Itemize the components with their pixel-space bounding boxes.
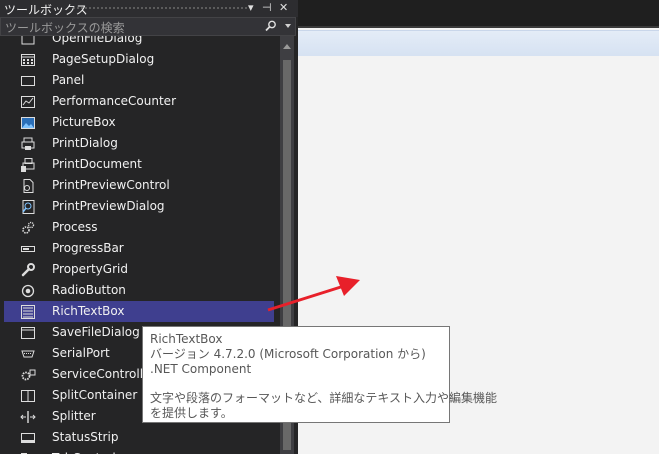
toolbox-item-statusstrip[interactable]: StatusStrip (4, 427, 274, 448)
print-preview-control-icon (23, 179, 34, 193)
tooltip-version: バージョン 4.7.2.0 (Microsoft Corporation から) (150, 347, 426, 361)
toolbox-item-label: RadioButton (52, 283, 126, 297)
print-document-icon (21, 158, 35, 172)
toolbox-item-label: PrintPreviewDialog (52, 199, 165, 213)
toolbox-item-printdialog[interactable]: PrintDialog (4, 133, 274, 154)
toolbox-item-progressbar[interactable]: ProgressBar (4, 238, 274, 259)
toolbox-item-picturebox[interactable]: PictureBox (4, 112, 274, 133)
print-preview-dialog-icon (22, 200, 35, 214)
status-strip-icon (21, 433, 35, 443)
red-annotation-arrow (267, 276, 360, 312)
toolbox-drag-grip[interactable] (72, 6, 248, 11)
toolbox-item-label: RichTextBox (52, 304, 125, 318)
toolbox-item-label: ServiceController (52, 367, 156, 381)
tooltip-description-line-1: 文字や段落のフォーマットなど、詳細なテキスト入力や編集機能 (150, 391, 498, 405)
toolbox-item-label: StatusStrip (52, 430, 119, 444)
toolbox-item-label: PropertyGrid (52, 262, 128, 276)
form-title-bar[interactable] (298, 30, 659, 56)
designer-tab-bar (298, 0, 659, 26)
property-grid-wrench-icon (21, 263, 35, 277)
toolbox-item-richtextbox[interactable]: RichTextBox (4, 301, 274, 322)
open-file-dialog-icon (21, 36, 35, 45)
toolbox-item-label: SplitContainer (52, 388, 138, 402)
service-controller-icon (21, 369, 36, 381)
rich-text-box-icon (21, 305, 35, 319)
toolbox-item-printpreviewcontrol[interactable]: PrintPreviewControl (4, 175, 274, 196)
toolbox-header: ツールボックス ▾ ⊣ ✕ (0, 0, 298, 17)
radio-button-icon (21, 284, 35, 298)
toolbox-item-label: Process (52, 220, 98, 234)
toolbox-item-label: SaveFileDialog (52, 325, 140, 339)
toolbox-item-performancecounter[interactable]: PerformanceCounter (4, 91, 274, 112)
toolbox-item-tabcontrol[interactable]: TabControl (4, 448, 274, 454)
progress-bar-icon (21, 246, 35, 252)
toolbox-item-label: Panel (52, 73, 85, 87)
print-dialog-icon (21, 137, 35, 150)
toolbox-search-input[interactable]: ツールボックスの検索 (0, 17, 296, 36)
toolbox-item-pagesetupdialog[interactable]: PageSetupDialog (4, 49, 274, 70)
tooltip-description-line-2: を提供します。 (150, 406, 233, 420)
toolbox-item-label: PrintDocument (52, 157, 142, 171)
toolbox-item-printdocument[interactable]: PrintDocument (4, 154, 274, 175)
toolbox-item-propertygrid[interactable]: PropertyGrid (4, 259, 274, 280)
toolbox-item-printpreviewdialog[interactable]: PrintPreviewDialog (4, 196, 274, 217)
serial-port-icon (21, 350, 35, 358)
toolbox-item-radiobutton[interactable]: RadioButton (4, 280, 274, 301)
process-gear-icon (22, 221, 35, 234)
panel-icon (21, 76, 35, 86)
performance-counter-icon (21, 96, 35, 108)
save-file-dialog-icon (21, 327, 35, 339)
window-position-dropdown-icon[interactable]: ▾ (248, 1, 254, 15)
close-icon[interactable]: ✕ (279, 1, 288, 15)
toolbox-item-label: SerialPort (52, 346, 110, 360)
toolbox-item-label: OpenFileDialog (52, 36, 143, 45)
toolbox-item-label: PrintPreviewControl (52, 178, 170, 192)
splitter-icon (20, 411, 36, 423)
toolbox-item-openfiledialog[interactable]: OpenFileDialog (4, 36, 274, 49)
tooltip-component-name: RichTextBox (150, 332, 223, 346)
search-placeholder: ツールボックスの検索 (5, 21, 125, 35)
toolbox-item-label: PrintDialog (52, 136, 118, 150)
split-container-icon (21, 390, 35, 402)
toolbox-item-process[interactable]: Process (4, 217, 274, 238)
page-setup-dialog-icon (21, 54, 35, 66)
scroll-up-icon[interactable] (283, 44, 291, 49)
picture-box-icon (21, 117, 35, 129)
toolbox-item-label: PageSetupDialog (52, 52, 155, 66)
search-icon[interactable] (265, 20, 277, 32)
toolbox-item-label: ProgressBar (52, 241, 124, 255)
toolbox-item-panel[interactable]: Panel (4, 70, 274, 91)
pin-icon[interactable]: ⊣ (262, 1, 272, 15)
toolbox-item-label: PictureBox (52, 115, 116, 129)
toolbox-item-label: PerformanceCounter (52, 94, 176, 108)
tooltip-component-kind: .NET Component (150, 362, 252, 376)
search-options-dropdown-icon[interactable] (285, 24, 291, 28)
toolbox-item-label: Splitter (52, 409, 96, 423)
tooltip-richtextbox: RichTextBox バージョン 4.7.2.0 (Microsoft Cor… (142, 326, 497, 423)
